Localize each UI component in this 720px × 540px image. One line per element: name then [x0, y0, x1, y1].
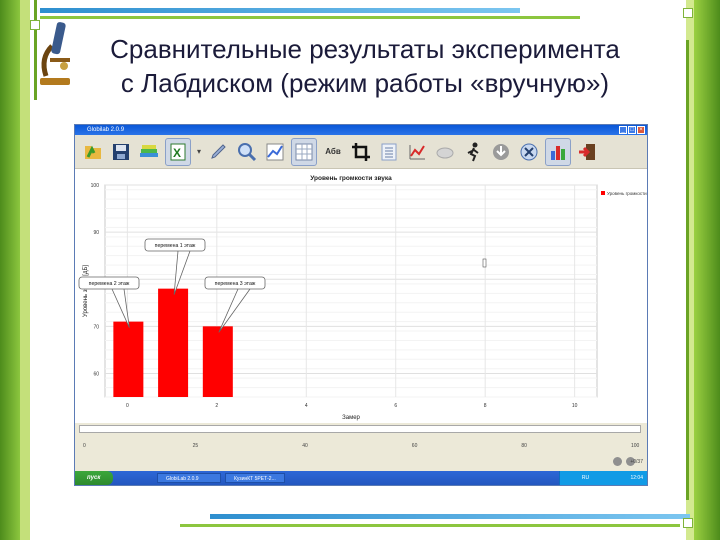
taskbar-item[interactable]: КузинКТ 5РЕТ-2... [225, 473, 285, 483]
pen-button[interactable] [207, 139, 231, 165]
download-button[interactable] [489, 139, 513, 165]
bar-chart: 607080901000246810Уровень громкости звук… [78, 175, 647, 421]
download-icon [493, 143, 509, 160]
save-icon [113, 143, 129, 160]
decor-line-bottom-blue [210, 514, 690, 519]
globilab-window: Globilab 2.0.9 _ □ × X ▾ Абв 60708090100… [74, 124, 648, 486]
record-button[interactable] [613, 457, 622, 466]
decor-line-right [686, 40, 689, 500]
legend-swatch [601, 191, 605, 195]
excel-icon: X [170, 143, 186, 160]
main-toolbar: X ▾ Абв [75, 135, 647, 169]
x-tick-label: 8 [484, 403, 487, 409]
graph-button[interactable] [263, 139, 287, 165]
annotation-label: перемена 1 этаж [155, 243, 196, 249]
runner-button[interactable] [461, 139, 485, 165]
minimize-button[interactable]: _ [619, 126, 627, 134]
table-button[interactable] [291, 137, 317, 166]
legend-label: Уровень громкости звука [607, 191, 647, 196]
annotation-label: перемена 3 этаж [215, 281, 256, 287]
open-icon [85, 145, 101, 159]
x-tick-label: 10 [572, 403, 578, 409]
y-tick-label: 70 [93, 324, 99, 330]
close-button[interactable]: × [637, 126, 645, 134]
zoom-icon [238, 142, 257, 161]
runner-icon [467, 142, 479, 161]
slide-title: Сравнительные результаты эксперимента с … [40, 32, 690, 100]
decor-square [683, 8, 693, 18]
eraser-button[interactable] [433, 139, 457, 165]
x-axis-label: Замер [342, 415, 360, 421]
taskbar: пуск GlobiLab 2.0.9 КузинКТ 5РЕТ-2... RU… [75, 471, 647, 485]
decor-line-top-blue [40, 8, 520, 13]
right-decoration-band [694, 0, 720, 540]
bar-chart-icon [551, 145, 565, 160]
list-button[interactable] [377, 139, 401, 165]
export-excel-button[interactable]: X [165, 137, 191, 166]
text-cursor [482, 258, 487, 268]
left-decoration-band [0, 0, 20, 540]
bar [158, 288, 189, 397]
timeline-ticks: 0 25 40 60 80 100 [79, 443, 641, 453]
window-titlebar: Globilab 2.0.9 _ □ × [75, 125, 647, 135]
x-tick-label: 2 [215, 403, 218, 409]
analysis-button[interactable] [405, 139, 429, 165]
chart-title: Уровень громкости звука [310, 175, 392, 182]
y-tick-label: 100 [91, 183, 100, 189]
x-tick-label: 4 [305, 403, 308, 409]
crop-icon [352, 142, 370, 161]
exit-button[interactable] [575, 139, 599, 165]
dna-icon [520, 143, 538, 160]
timeline-tick-label: 0 [83, 443, 86, 449]
text-button[interactable]: Абв [321, 139, 345, 165]
window-controls: _ □ × [619, 126, 645, 134]
save-button[interactable] [109, 139, 133, 165]
exit-icon [579, 143, 595, 160]
tray-language[interactable]: RU [582, 475, 589, 481]
svg-text:X: X [173, 146, 181, 160]
dna-button[interactable] [517, 139, 541, 165]
open-button[interactable] [81, 139, 105, 165]
chart-area: 607080901000246810Уровень громкости звук… [75, 169, 647, 423]
analysis-icon [409, 144, 425, 159]
decor-line-bottom-green [180, 524, 680, 527]
bar [113, 321, 144, 397]
x-tick-label: 6 [394, 403, 397, 409]
slide-title-line-2: с Лабдиском (режим работы «вручную») [120, 68, 610, 98]
pen-icon [211, 143, 226, 159]
window-title: Globilab 2.0.9 [87, 127, 125, 133]
books-icon [140, 144, 158, 157]
decor-line-top-green [40, 16, 580, 19]
timeline-tick-label: 80 [521, 443, 527, 449]
timeline-slider[interactable] [79, 425, 641, 433]
timeline-tick-label: 40 [302, 443, 308, 449]
bar-chart-button[interactable] [545, 137, 571, 166]
y-axis-label: Уровень звука [дБ] [83, 265, 89, 317]
slide-title-line-1: Сравнительные результаты эксперимента [110, 34, 620, 64]
start-button[interactable]: пуск [75, 471, 113, 485]
timeline-readout: +0/37 [630, 459, 643, 465]
zoom-button[interactable] [235, 139, 259, 165]
graph-icon [266, 143, 284, 160]
x-tick-label: 0 [126, 403, 129, 409]
annotation-label: перемена 2 этаж [89, 281, 130, 287]
table-icon [295, 143, 313, 160]
taskbar-item[interactable]: GlobiLab 2.0.9 [157, 473, 221, 483]
timeline-tick-label: 100 [631, 443, 640, 449]
system-tray: RU 12:04 [559, 471, 647, 485]
eraser-icon [436, 147, 454, 158]
y-tick-label: 90 [93, 230, 99, 236]
timeline-tick-label: 60 [411, 443, 418, 449]
left-decoration-stripe [20, 0, 30, 540]
tray-time: 12:04 [630, 475, 643, 481]
dropdown-icon[interactable]: ▾ [195, 139, 203, 165]
crop-button[interactable] [349, 139, 373, 165]
maximize-button[interactable]: □ [628, 126, 636, 134]
y-tick-label: 60 [93, 371, 99, 377]
library-button[interactable] [137, 139, 161, 165]
list-icon [381, 143, 397, 160]
timeline-tick-label: 25 [192, 443, 199, 449]
decor-square [683, 518, 693, 528]
bar [202, 326, 233, 397]
